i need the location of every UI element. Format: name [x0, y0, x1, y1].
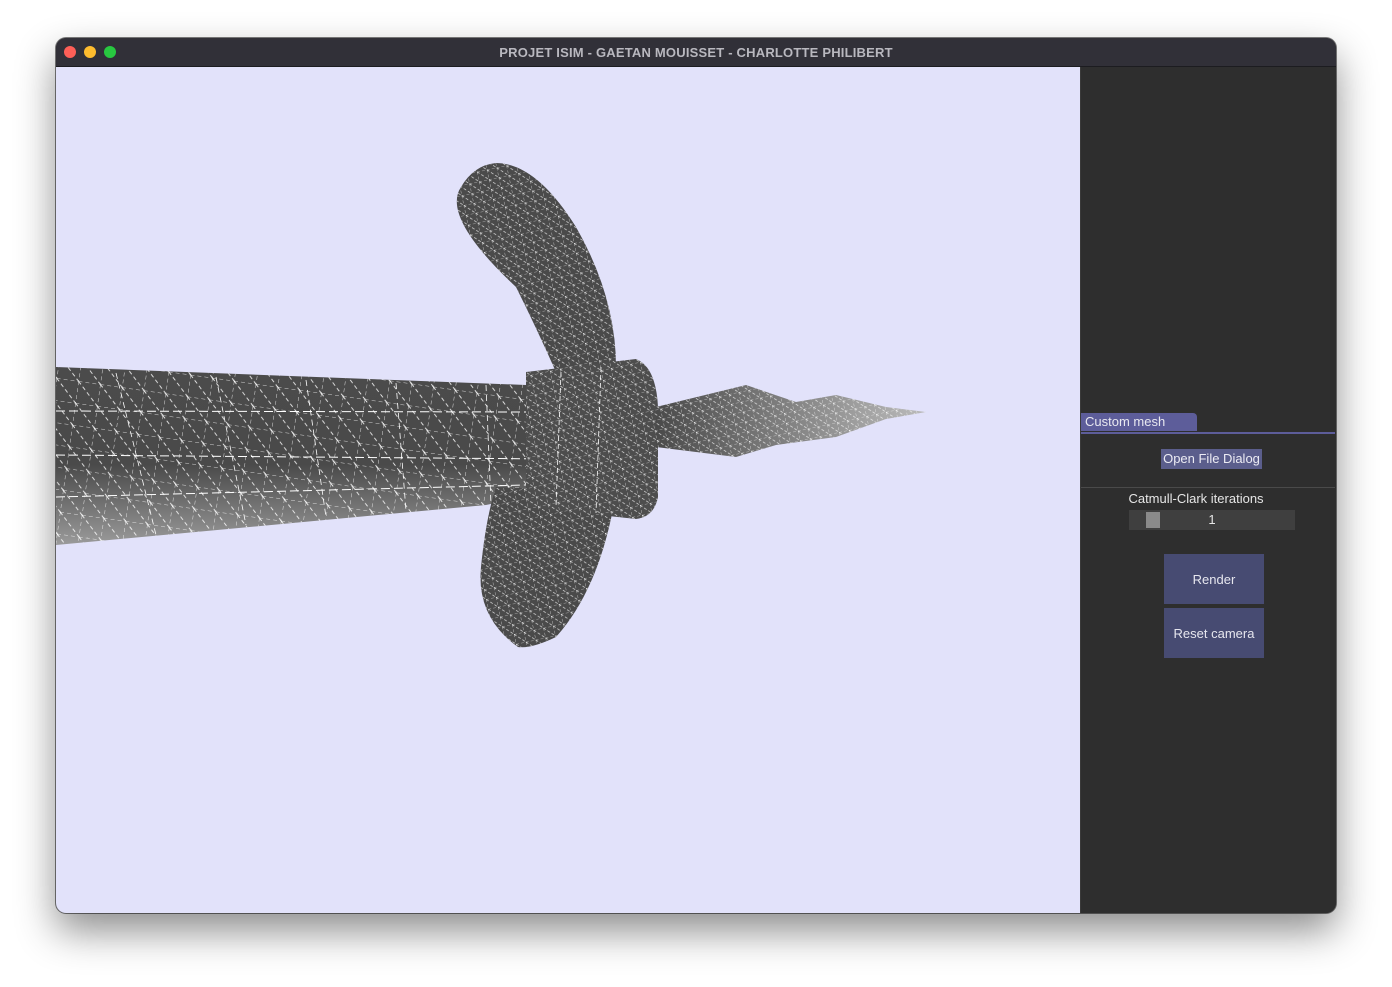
mesh-render	[56, 163, 926, 648]
tab-custom-mesh[interactable]: Custom mesh	[1081, 413, 1197, 431]
guard-center-mesh	[526, 359, 658, 519]
title-bar[interactable]: PROJET ISIM - GAETAN MOUISSET - CHARLOTT…	[56, 38, 1336, 67]
window-title: PROJET ISIM - GAETAN MOUISSET - CHARLOTT…	[499, 45, 893, 60]
render-button[interactable]: Render	[1164, 554, 1264, 604]
reset-camera-button[interactable]: Reset camera	[1164, 608, 1264, 658]
open-file-dialog-button[interactable]: Open File Dialog	[1161, 449, 1262, 469]
catmull-clark-slider[interactable]: 1	[1129, 510, 1295, 530]
divider	[1081, 487, 1335, 488]
app-window: PROJET ISIM - GAETAN MOUISSET - CHARLOTT…	[56, 38, 1336, 913]
3d-viewport[interactable]	[56, 67, 1080, 913]
guard-upper-mesh	[456, 163, 616, 372]
control-panel: Custom mesh Open File Dialog Catmull-Cla…	[1080, 67, 1336, 913]
slider-value: 1	[1208, 512, 1216, 527]
hilt-mesh	[656, 385, 926, 457]
catmull-clark-label: Catmull-Clark iterations	[1128, 491, 1264, 506]
tab-underline	[1081, 432, 1335, 434]
